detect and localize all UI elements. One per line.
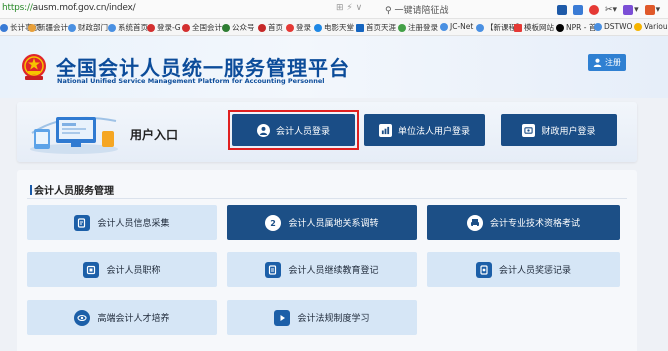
finance-login-button[interactable]: 财政用户登录 <box>501 114 617 146</box>
bookmark-item[interactable]: NPR - 首 <box>556 22 596 33</box>
bookmark-item[interactable]: 系统首页 <box>108 22 148 33</box>
url-field[interactable]: https://ausm.mof.gov.cn/index/ <box>2 3 136 13</box>
screenshot-icon[interactable] <box>557 4 567 15</box>
mail-icon[interactable] <box>573 4 583 15</box>
user-icon <box>256 123 270 137</box>
bookmark-item[interactable]: 模板网站 <box>514 22 554 33</box>
bookmark-item[interactable]: DSTWO <box>594 22 632 31</box>
bookmark-item[interactable]: 电影天堂 <box>314 22 354 33</box>
bookmark-item[interactable]: Various <box>634 22 668 31</box>
service-territory-transfer-button[interactable]: 2 会计人员属地关系调转 <box>227 205 417 240</box>
bookmark-icon <box>147 23 155 32</box>
register-label: 注册 <box>605 58 621 67</box>
site-header: 全国会计人员统一服务管理平台 National Unified Service … <box>0 36 668 98</box>
service-professional-title-button[interactable]: 会计人员职称 <box>27 252 217 287</box>
exam-print-icon <box>466 214 483 231</box>
service-label: 会计人员属地关系调转 <box>288 219 379 229</box>
bookmark-icon <box>356 23 364 32</box>
bookmark-item[interactable]: 新疆会计 <box>28 22 68 33</box>
services-section-title: 会计人员服务管理 <box>30 182 114 197</box>
award-record-icon <box>475 261 492 278</box>
bookmark-item[interactable]: 登录-G <box>147 22 181 33</box>
service-label: 会计法规制度学习 <box>297 314 370 324</box>
register-button[interactable]: 注册 <box>588 54 626 71</box>
bookmark-icon <box>514 23 522 32</box>
study-play-icon <box>274 309 291 326</box>
bookmark-icon <box>476 23 484 32</box>
service-label: 会计人员信息采集 <box>97 219 170 229</box>
bookmark-icon <box>594 22 602 31</box>
bookmark-icon <box>314 23 322 32</box>
divider <box>27 198 627 199</box>
search-icon: ⚲ <box>385 6 392 16</box>
browser-toolbar: ✂▾ ▾ ▾ <box>557 2 660 17</box>
bookmarks-bar: 长计事项 新疆会计 财政部门 系统首页 登录-G 全国会计 公众号 首页 登录 … <box>0 19 668 36</box>
accountant-login-label: 会计人员登录 <box>275 126 330 137</box>
apps-icon[interactable]: ▾ <box>623 4 639 15</box>
title-accent-bar <box>30 184 32 195</box>
unit-legal-login-button[interactable]: 单位法人用户登录 <box>364 114 485 146</box>
bookmark-icon <box>258 23 266 32</box>
education-register-icon <box>265 261 282 278</box>
bookmark-icon <box>440 22 448 31</box>
svg-text:2: 2 <box>271 219 277 228</box>
bookmark-icon <box>28 23 36 32</box>
bookmark-item[interactable]: 注册登录 <box>398 22 438 33</box>
computer-illustration-icon <box>30 116 118 154</box>
service-info-collection-button[interactable]: 会计人员信息采集 <box>27 205 217 240</box>
extension-icon[interactable] <box>589 4 599 15</box>
user-entry-title: 用户入口 <box>130 128 179 142</box>
certificate-icon <box>83 261 100 278</box>
accountant-login-button[interactable]: 会计人员登录 <box>232 114 355 146</box>
id-card-icon <box>522 123 536 137</box>
transfer-icon: 2 <box>265 214 282 231</box>
address-bar[interactable]: https://ausm.mof.gov.cn/index/ ⊞ ⚡ ∨ ⚲ 一… <box>0 0 668 19</box>
talent-eye-icon <box>74 309 91 326</box>
bookmark-item[interactable]: 全国会计 <box>182 22 222 33</box>
bookmark-icon <box>222 23 230 32</box>
service-high-end-talent-button[interactable]: 高端会计人才培养 <box>27 300 217 335</box>
bookmark-item[interactable]: 首页 <box>258 22 283 33</box>
bookmark-item[interactable]: 首页天涯 <box>356 22 396 33</box>
flag-icon[interactable]: ▾ <box>644 4 660 15</box>
bookmark-icon <box>398 23 406 32</box>
service-label: 会计专业技术资格考试 <box>489 219 580 229</box>
scissors-icon[interactable]: ✂▾ <box>605 5 617 15</box>
bookmark-item[interactable]: JC-Net <box>440 22 473 31</box>
finance-login-label: 财政用户登录 <box>541 126 596 137</box>
bookmark-icon <box>182 23 190 32</box>
service-label: 会计人员职称 <box>106 266 161 276</box>
search-placeholder: 一键请陪征战 <box>394 6 449 16</box>
national-emblem-icon <box>22 54 46 80</box>
address-bar-icons[interactable]: ⊞ ⚡ ∨ <box>336 3 362 13</box>
bookmark-icon <box>556 23 564 32</box>
service-continuing-education-button[interactable]: 会计人员继续教育登记 <box>227 252 417 287</box>
service-reward-punishment-button[interactable]: 会计人员奖惩记录 <box>427 252 620 287</box>
service-regulation-study-button[interactable]: 会计法规制度学习 <box>227 300 417 335</box>
bar-chart-icon <box>378 123 392 137</box>
bookmark-icon <box>68 23 76 32</box>
service-label: 会计人员奖惩记录 <box>498 266 571 276</box>
service-label: 高端会计人才培养 <box>97 314 170 324</box>
bookmark-item[interactable]: 登录 <box>286 22 311 33</box>
bookmark-item[interactable]: 公众号 <box>222 22 255 33</box>
service-label: 会计人员继续教育登记 <box>288 266 379 276</box>
service-qualification-exam-button[interactable]: 会计专业技术资格考试 <box>427 205 620 240</box>
unit-legal-login-label: 单位法人用户登录 <box>397 126 470 137</box>
bookmark-icon <box>0 23 8 32</box>
site-subtitle: National Unified Service Management Plat… <box>57 77 325 85</box>
edit-doc-icon <box>74 214 91 231</box>
bookmark-icon <box>286 23 294 32</box>
browser-search-box[interactable]: ⚲ 一键请陪征战 <box>385 3 448 16</box>
bookmark-icon <box>108 23 116 32</box>
user-icon <box>593 58 602 67</box>
bookmark-icon <box>634 22 642 31</box>
bookmark-item[interactable]: 财政部门 <box>68 22 108 33</box>
